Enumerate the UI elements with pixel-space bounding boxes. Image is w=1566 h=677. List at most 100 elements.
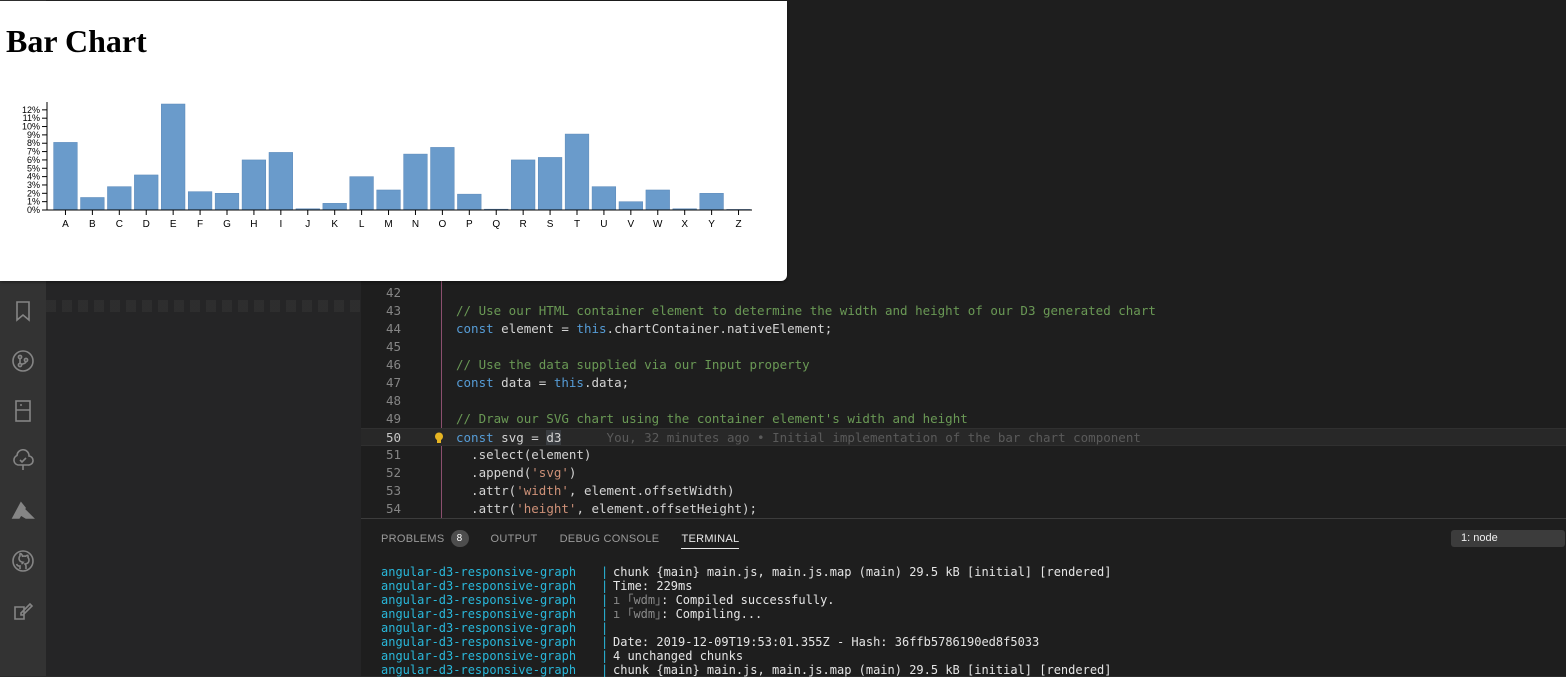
line-code: // Use the data supplied via our Input p… [456,357,810,372]
bar-g [214,193,240,211]
tab-debug-console[interactable]: DEBUG CONSOLE [560,531,660,551]
line-number: 52 [385,465,401,480]
line-code: .select(element) [456,447,592,462]
terminal-line-separator: | [601,621,609,635]
x-tick-label: A [62,219,69,230]
x-tick-label: U [600,219,607,230]
line-number: 49 [385,411,401,426]
terminal-line: angular-d3-responsive-graph | Time: 229ms [381,579,692,593]
x-tick-label: R [520,219,527,230]
side-bar-header-edge [46,300,361,312]
line-code: // Use our HTML container element to det… [456,303,1156,318]
terminal-line: angular-d3-responsive-graph | 4 unchanged … [381,649,743,663]
x-axis: A B C D E F G H I J K L M N O P Q R S T U V W X Y Z [47,209,752,230]
line-code: .attr('width', element.offsetWidth) [456,483,735,498]
terminal-line-message: ı ｢wdm｣: Compiling... [613,607,763,621]
terminal-line-separator: | [601,579,609,593]
x-tick-label: T [574,219,580,230]
terminal-line-message: Date: 2019-12-09T19:53:01.355Z - Hash: 3… [613,635,1040,649]
bar-c [107,186,132,211]
x-tick-label: D [143,219,150,230]
terminal-line-separator: | [601,635,609,649]
terminal-line-separator: | [601,663,609,677]
x-tick-label: E [170,219,177,230]
x-tick-label: X [681,219,688,230]
tree-check-icon[interactable] [9,447,37,475]
terminal-line: angular-d3-responsive-graph | ı ｢wdm｣: Com… [381,593,835,607]
code-line[interactable]: 42 [361,284,1566,302]
bar-l [349,176,374,211]
line-number: 53 [385,483,401,498]
bar-r [511,159,536,211]
code-line[interactable]: 45 [361,338,1566,356]
bottom-panel: PROBLEMS 8 OUTPUT DEBUG CONSOLE TERMINAL… [361,518,1566,677]
bar-t [564,133,590,211]
line-code: .attr('height', element.offsetHeight); [456,501,758,516]
x-tick-label: H [250,219,257,230]
x-tick-label: O [438,219,446,230]
code-line[interactable]: 43 // Use our HTML container element to d… [361,302,1566,320]
line-number: 47 [385,375,401,390]
line-code: const svg = d3 You, 32 minutes ago • Ini… [456,430,1141,445]
terminal-line: angular-d3-responsive-graph | chunk {main}… [381,565,1112,579]
browser-window: Bar Chart 0% 1% 2% 3% 4% 5% 6% 7% 8% 9% 10% 11% 12% … [0,1,787,281]
code-line[interactable]: 53 .attr('width', element.offsetWidth) [361,482,1566,500]
tab-problems-label: PROBLEMS [381,533,445,545]
terminal-line-prefix: angular-d3-responsive-graph [381,607,577,621]
problems-count-badge: 8 [450,530,469,547]
code-line[interactable]: 44 const element = this.chartContainer.na… [361,320,1566,338]
terminal-line: angular-d3-responsive-graph | [381,621,613,635]
bar-s [537,157,563,211]
github-icon[interactable] [9,547,37,575]
code-line[interactable]: 48 [361,392,1566,410]
tab-debug-console-label: DEBUG CONSOLE [559,533,660,545]
y-tick-label: 12% [22,105,40,115]
terminal-line-prefix: angular-d3-responsive-graph [381,565,577,579]
bar-m [376,189,401,211]
terminal-line-prefix: angular-d3-responsive-graph [381,649,577,663]
terminal-line-message: ı ｢wdm｣: Compiled successfully. [613,593,835,607]
bar-f [187,191,213,211]
code-line[interactable]: 51 .select(element) [361,446,1566,464]
source-control-icon[interactable] [9,347,37,375]
tab-output-label: OUTPUT [490,533,538,545]
remote-explorer-icon[interactable] [9,397,37,425]
line-number: 50 [385,430,401,445]
x-tick-label: G [223,219,231,230]
tab-problems[interactable]: PROBLEMS 8 [381,530,469,551]
bookmark-icon[interactable] [9,297,37,325]
x-tick-label: Q [492,219,500,230]
line-code: const data = this.data; [456,375,630,390]
x-tick-label: K [331,219,338,230]
code-line[interactable]: 52 .append('svg') [361,464,1566,482]
code-line[interactable]: 49 // Draw our SVG chart using the contai… [361,410,1566,428]
tab-output[interactable]: OUTPUT [491,531,538,551]
terminal-line-separator: | [601,649,609,663]
bar-i [268,152,293,211]
terminal-line: angular-d3-responsive-graph | Date: 2019-1… [381,635,1039,649]
bar-p [457,193,482,211]
terminal-select-dropdown[interactable]: 1: node [1451,530,1565,547]
x-tick-label: Z [735,219,741,230]
lightbulb-icon[interactable] [434,432,444,444]
x-tick-label: C [116,219,123,230]
line-code: const element = this.chartContainer.nati… [456,321,833,336]
x-tick-label: L [359,219,365,230]
tab-terminal[interactable]: TERMINAL [681,531,740,549]
x-tick-label: N [412,219,419,230]
code-line[interactable]: 50 const svg = d3 You, 32 minutes ago • I… [361,428,1566,446]
line-number: 46 [385,357,401,372]
line-number: 44 [385,321,401,336]
line-number: 48 [385,393,401,408]
code-line[interactable]: 47 const data = this.data; [361,374,1566,392]
bar-h [241,159,267,211]
code-line[interactable]: 54 .attr('height', element.offsetHeight)… [361,500,1566,518]
x-tick-label: Y [708,219,715,230]
bar-k [322,203,347,211]
code-line[interactable]: 46 // Use the data supplied via our Input… [361,356,1566,374]
edit-pen-icon[interactable] [9,597,37,625]
terminal-line-message: chunk {main} main.js, main.js.map (main)… [613,565,1112,579]
azure-icon[interactable] [9,497,37,525]
bar-u [591,186,617,211]
terminal-line-separator: | [601,565,609,579]
